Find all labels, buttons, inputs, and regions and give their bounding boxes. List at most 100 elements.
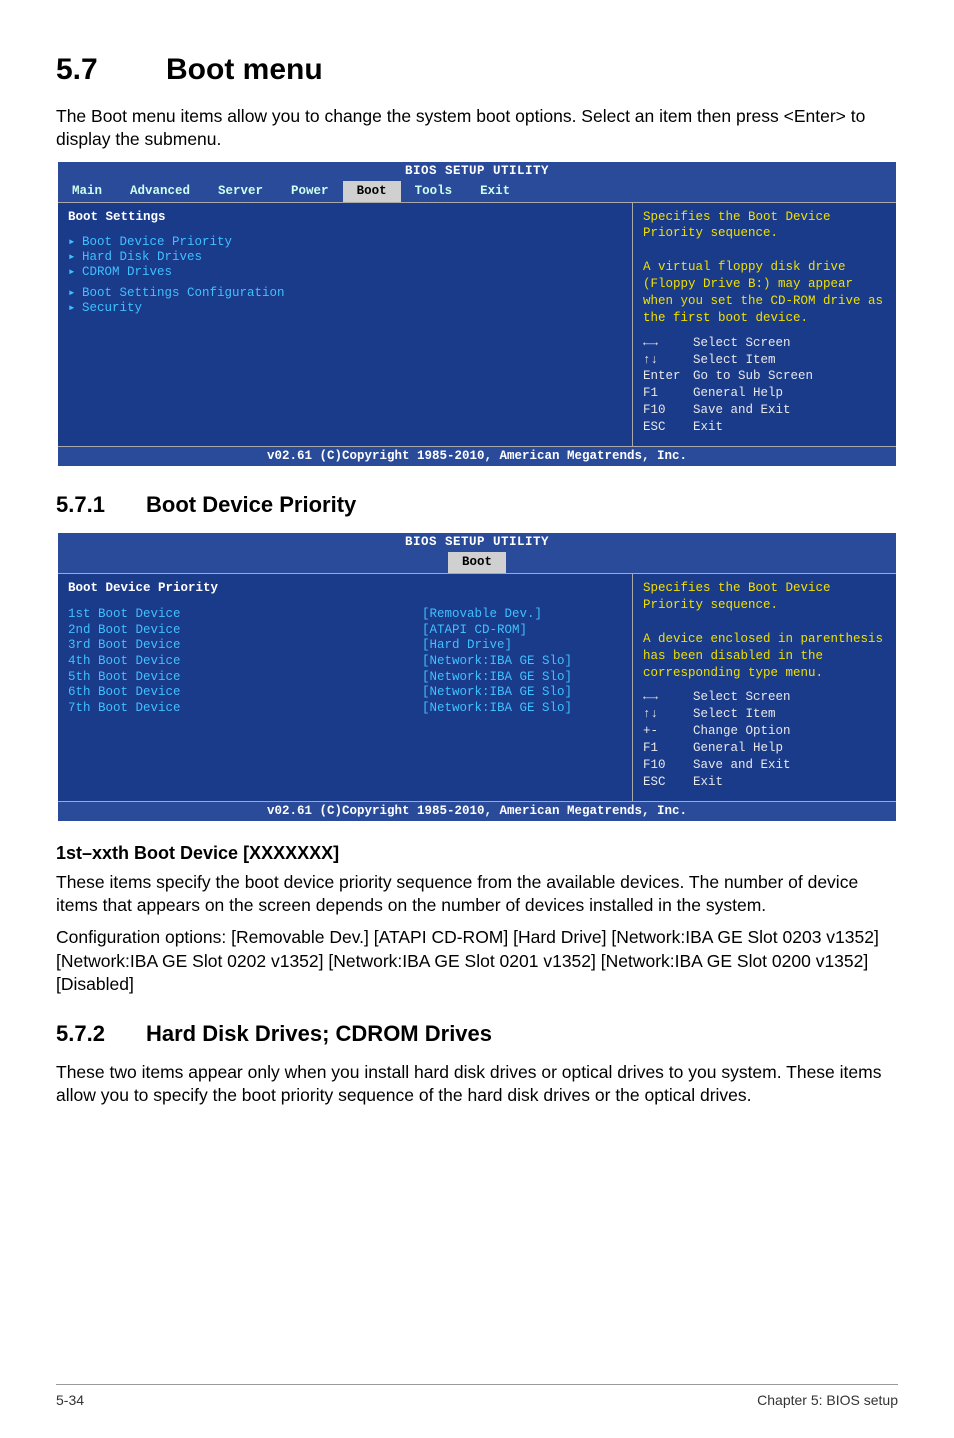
bios-box-boot-priority: BIOS SETUP UTILITY Boot Boot Device Prio… bbox=[56, 531, 898, 822]
list-item[interactable]: ▸Boot Settings Configuration bbox=[68, 286, 622, 301]
key-label: F1 bbox=[643, 385, 693, 402]
bios-pane-heading: Boot Device Priority bbox=[68, 580, 622, 597]
subsection-heading: 5.7.2Hard Disk Drives; CDROM Drives bbox=[56, 1019, 898, 1049]
opt-label: 5th Boot Device bbox=[68, 670, 422, 686]
opt-label: 6th Boot Device bbox=[68, 685, 422, 701]
key-label: ←→ bbox=[643, 335, 693, 352]
key-desc: Change Option bbox=[693, 724, 791, 738]
triangle-icon: ▸ bbox=[68, 250, 82, 265]
bios-help-pane: Specifies the Boot Device Priority seque… bbox=[633, 574, 896, 801]
bios-help-text: Specifies the Boot Device Priority seque… bbox=[643, 580, 888, 681]
list-item[interactable]: ▸Hard Disk Drives bbox=[68, 250, 622, 265]
opt-value: [ATAPI CD-ROM] bbox=[422, 623, 622, 639]
key-label: ↑↓ bbox=[643, 352, 693, 369]
menu-power[interactable]: Power bbox=[277, 181, 343, 202]
opt-value: [Network:IBA GE Slo] bbox=[422, 654, 622, 670]
bios-box-boot-settings: BIOS SETUP UTILITY Main Advanced Server … bbox=[56, 160, 898, 468]
key-desc: General Help bbox=[693, 386, 783, 400]
table-row[interactable]: 7th Boot Device[Network:IBA GE Slo] bbox=[68, 701, 622, 717]
opt-value: [Network:IBA GE Slo] bbox=[422, 685, 622, 701]
bios-menubar: Boot bbox=[58, 552, 896, 574]
list-item[interactable]: ▸Boot Device Priority bbox=[68, 235, 622, 250]
menu-server[interactable]: Server bbox=[204, 181, 277, 202]
opt-label: 3rd Boot Device bbox=[68, 638, 422, 654]
bios-pane-heading: Boot Settings bbox=[68, 209, 622, 226]
key-desc: Exit bbox=[693, 420, 723, 434]
key-desc: Select Item bbox=[693, 707, 776, 721]
list-item[interactable]: ▸CDROM Drives bbox=[68, 265, 622, 280]
key-desc: Save and Exit bbox=[693, 758, 791, 772]
bios-menubar: Main Advanced Server Power Boot Tools Ex… bbox=[58, 181, 896, 203]
key-desc: Select Screen bbox=[693, 690, 791, 704]
option-config-options: Configuration options: [Removable Dev.] … bbox=[56, 926, 898, 997]
bios-title: BIOS SETUP UTILITY bbox=[58, 162, 896, 181]
bios-key-help: ←→Select Screen ↑↓Select Item +-Change O… bbox=[643, 689, 888, 790]
key-label: Enter bbox=[643, 368, 693, 385]
bios-title: BIOS SETUP UTILITY bbox=[58, 533, 896, 552]
key-label: F10 bbox=[643, 757, 693, 774]
opt-value: [Network:IBA GE Slo] bbox=[422, 670, 622, 686]
triangle-icon: ▸ bbox=[68, 301, 82, 316]
bios-help-text: Specifies the Boot Device Priority seque… bbox=[643, 209, 888, 327]
table-row[interactable]: 1st Boot Device[Removable Dev.] bbox=[68, 607, 622, 623]
bios-key-help: ←→Select Screen ↑↓Select Item EnterGo to… bbox=[643, 335, 888, 436]
bios-help-pane: Specifies the Boot Device Priority seque… bbox=[633, 203, 896, 446]
opt-value: [Removable Dev.] bbox=[422, 607, 622, 623]
page-number: 5-34 bbox=[56, 1391, 84, 1410]
bios-left-pane: Boot Settings ▸Boot Device Priority ▸Har… bbox=[58, 203, 633, 446]
list-item[interactable]: ▸Security bbox=[68, 301, 622, 316]
menu-boot[interactable]: Boot bbox=[343, 181, 401, 202]
section-number: 5.7 bbox=[56, 50, 166, 91]
triangle-icon: ▸ bbox=[68, 235, 82, 250]
key-label: F10 bbox=[643, 402, 693, 419]
option-heading: 1st–xxth Boot Device [XXXXXXX] bbox=[56, 841, 898, 865]
triangle-icon: ▸ bbox=[68, 286, 82, 301]
opt-label: 4th Boot Device bbox=[68, 654, 422, 670]
subsection-title: Boot Device Priority bbox=[146, 492, 356, 517]
key-desc: General Help bbox=[693, 741, 783, 755]
item-boot-settings-config: Boot Settings Configuration bbox=[82, 286, 285, 301]
subsection-number: 5.7.1 bbox=[56, 490, 146, 520]
menu-exit[interactable]: Exit bbox=[466, 181, 524, 202]
intro-paragraph: The Boot menu items allow you to change … bbox=[56, 105, 898, 152]
key-label: F1 bbox=[643, 740, 693, 757]
key-desc: Save and Exit bbox=[693, 403, 791, 417]
key-desc: Exit bbox=[693, 775, 723, 789]
table-row[interactable]: 3rd Boot Device[Hard Drive] bbox=[68, 638, 622, 654]
bios-footer: v02.61 (C)Copyright 1985-2010, American … bbox=[58, 801, 896, 821]
key-label: ↑↓ bbox=[643, 706, 693, 723]
item-boot-device-priority: Boot Device Priority bbox=[82, 235, 232, 250]
menu-tools[interactable]: Tools bbox=[401, 181, 467, 202]
table-row[interactable]: 5th Boot Device[Network:IBA GE Slo] bbox=[68, 670, 622, 686]
opt-value: [Hard Drive] bbox=[422, 638, 622, 654]
table-row[interactable]: 4th Boot Device[Network:IBA GE Slo] bbox=[68, 654, 622, 670]
subsection-number: 5.7.2 bbox=[56, 1019, 146, 1049]
section-title: Boot menu bbox=[166, 53, 323, 86]
menu-boot[interactable]: Boot bbox=[448, 552, 506, 573]
item-hard-disk-drives: Hard Disk Drives bbox=[82, 250, 202, 265]
subsection-heading: 5.7.1Boot Device Priority bbox=[56, 490, 898, 520]
section-heading: 5.7Boot menu bbox=[56, 50, 898, 91]
opt-value: [Network:IBA GE Slo] bbox=[422, 701, 622, 717]
menu-advanced[interactable]: Advanced bbox=[116, 181, 204, 202]
bios-footer: v02.61 (C)Copyright 1985-2010, American … bbox=[58, 446, 896, 466]
triangle-icon: ▸ bbox=[68, 265, 82, 280]
subsection-body: These two items appear only when you ins… bbox=[56, 1061, 898, 1108]
subsection-title: Hard Disk Drives; CDROM Drives bbox=[146, 1021, 492, 1046]
chapter-label: Chapter 5: BIOS setup bbox=[757, 1391, 898, 1410]
key-label: ESC bbox=[643, 774, 693, 791]
key-desc: Go to Sub Screen bbox=[693, 369, 813, 383]
table-row[interactable]: 6th Boot Device[Network:IBA GE Slo] bbox=[68, 685, 622, 701]
key-desc: Select Item bbox=[693, 353, 776, 367]
key-desc: Select Screen bbox=[693, 336, 791, 350]
option-paragraph: These items specify the boot device prio… bbox=[56, 871, 898, 918]
item-security: Security bbox=[82, 301, 142, 316]
opt-label: 1st Boot Device bbox=[68, 607, 422, 623]
opt-label: 2nd Boot Device bbox=[68, 623, 422, 639]
menu-main[interactable]: Main bbox=[58, 181, 116, 202]
key-label: +- bbox=[643, 723, 693, 740]
item-cdrom-drives: CDROM Drives bbox=[82, 265, 172, 280]
key-label: ESC bbox=[643, 419, 693, 436]
table-row[interactable]: 2nd Boot Device[ATAPI CD-ROM] bbox=[68, 623, 622, 639]
key-label: ←→ bbox=[643, 689, 693, 706]
